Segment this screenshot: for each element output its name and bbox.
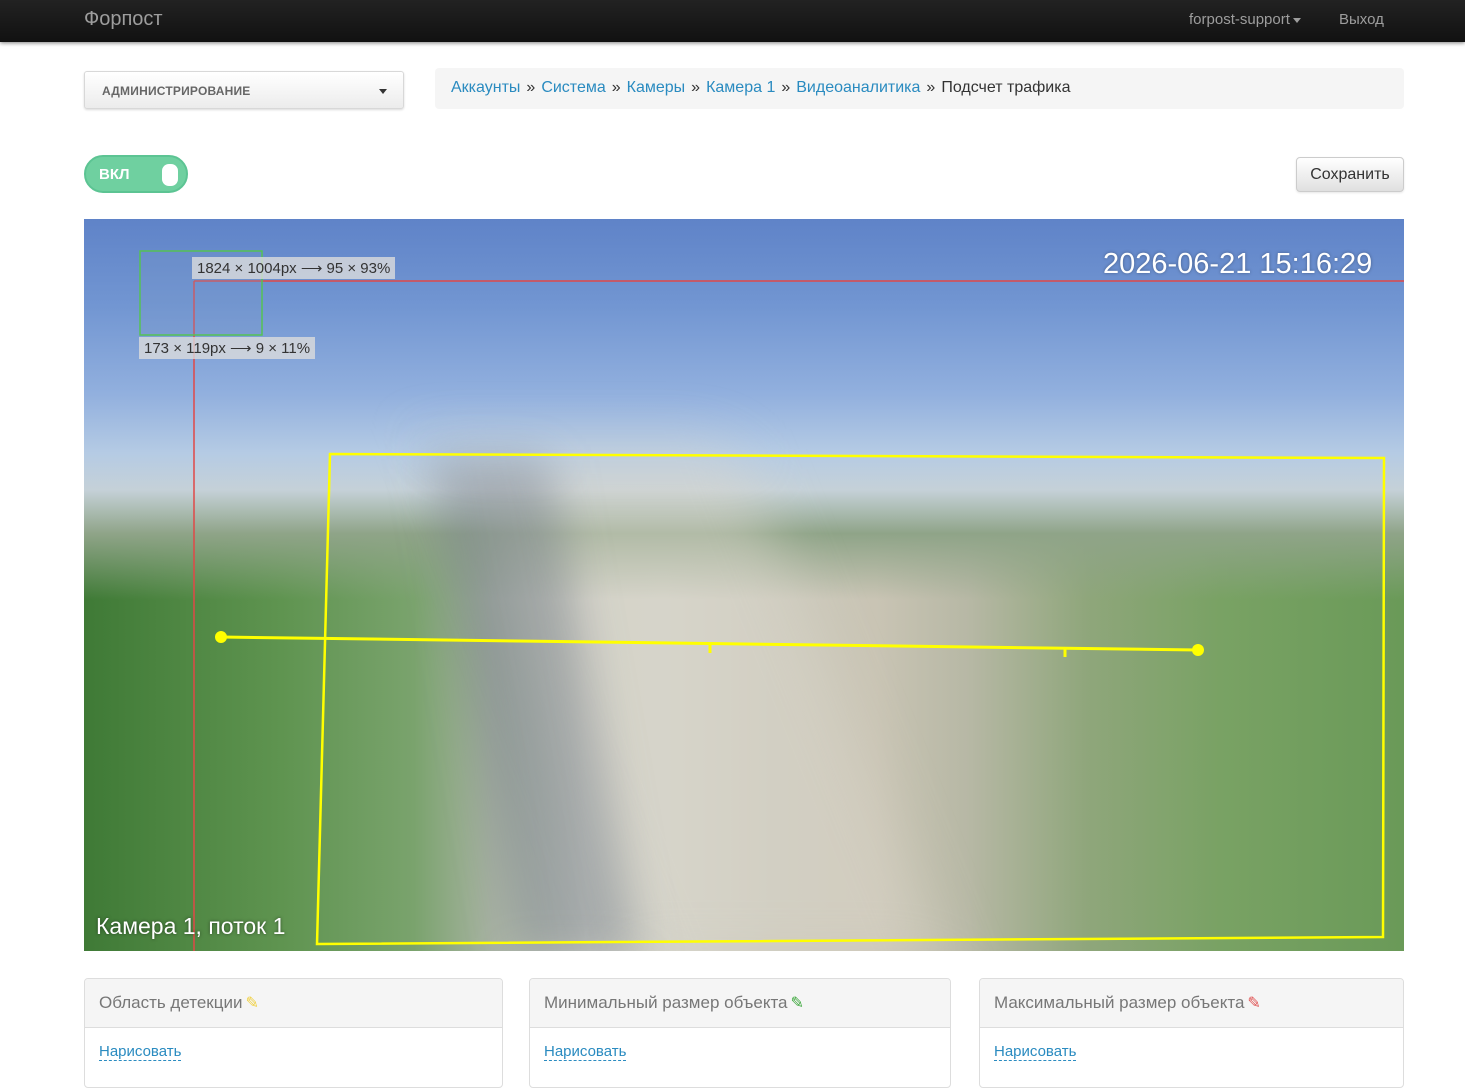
toggle-knob [162,164,178,186]
edit-icon[interactable]: ✎ [791,993,804,1013]
panel-header: Минимальный размер объекта ✎ [530,979,950,1028]
camera-caption: Камера 1, поток 1 [96,913,286,939]
counting-line-end-handle[interactable] [1192,644,1204,656]
breadcrumb-separator: » [526,79,536,96]
breadcrumb-separator: » [691,79,701,96]
top-navbar: Форпост forpost-support Выход [0,0,1465,42]
admin-dropdown-label: АДМИНИСТРИРОВАНИЕ [102,84,251,98]
breadcrumb-current: Подсчет трафика [941,79,1071,96]
panel-body: Нарисовать [530,1028,950,1076]
panel-min-object-size: Минимальный размер объекта ✎ Нарисовать [529,978,951,1088]
caret-down-icon [1292,17,1301,23]
panel-header: Максимальный размер объекта ✎ [980,979,1403,1028]
user-menu[interactable]: forpost-support [1189,11,1301,28]
draw-detection-area-link[interactable]: Нарисовать [99,1043,182,1061]
toggle-label: ВКЛ [99,166,130,183]
edit-icon[interactable]: ✎ [1247,993,1260,1013]
breadcrumb-link-video-analytics[interactable]: Видеоаналитика [796,79,920,96]
counting-line-start-handle[interactable] [215,631,227,643]
draw-max-size-link[interactable]: Нарисовать [994,1043,1077,1061]
breadcrumb-link-cameras[interactable]: Камеры [627,79,686,96]
panel-title: Область детекции [99,993,243,1012]
breadcrumb-link-system[interactable]: Система [541,79,605,96]
breadcrumb-separator: » [926,79,936,96]
panel-max-object-size: Максимальный размер объекта ✎ Нарисовать [979,978,1404,1088]
panel-title: Минимальный размер объекта [544,993,788,1012]
min-size-label: 173 × 119px ⟶ 9 × 11% [139,337,316,359]
camera-timestamp: 2026-06-21 15:16:29 [1103,248,1373,280]
save-button[interactable]: Сохранить [1296,157,1404,192]
max-size-label: 1824 × 1004px ⟶ 95 × 93% [192,257,396,279]
panel-header: Область детекции ✎ [85,979,502,1028]
caret-down-icon [379,89,387,94]
camera-view[interactable]: 1824 × 1004px ⟶ 95 × 93% 173 × 119px ⟶ 9… [84,219,1404,951]
panel-detection-area: Область детекции ✎ Нарисовать [84,978,503,1088]
detection-zone[interactable] [315,452,1386,946]
panel-body: Нарисовать [85,1028,502,1076]
breadcrumb-separator: » [781,79,791,96]
enable-toggle[interactable]: ВКЛ [84,155,188,193]
breadcrumb-link-camera-1[interactable]: Камера 1 [706,79,775,96]
panel-body: Нарисовать [980,1028,1403,1076]
overlay-canvas [139,250,1404,951]
edit-icon[interactable]: ✎ [245,993,258,1013]
user-menu-label: forpost-support [1189,11,1290,28]
brand-logo[interactable]: Форпост [84,8,163,31]
breadcrumb-link-accounts[interactable]: Аккаунты [451,79,520,96]
panel-title: Максимальный размер объекта [994,993,1245,1012]
draw-min-size-link[interactable]: Нарисовать [544,1043,627,1061]
logout-link[interactable]: Выход [1339,11,1384,28]
breadcrumb-separator: » [611,79,621,96]
admin-dropdown[interactable]: АДМИНИСТРИРОВАНИЕ [84,71,404,109]
breadcrumb: Аккаунты » Система » Камеры » Камера 1 » Видеоан… [435,68,1404,109]
